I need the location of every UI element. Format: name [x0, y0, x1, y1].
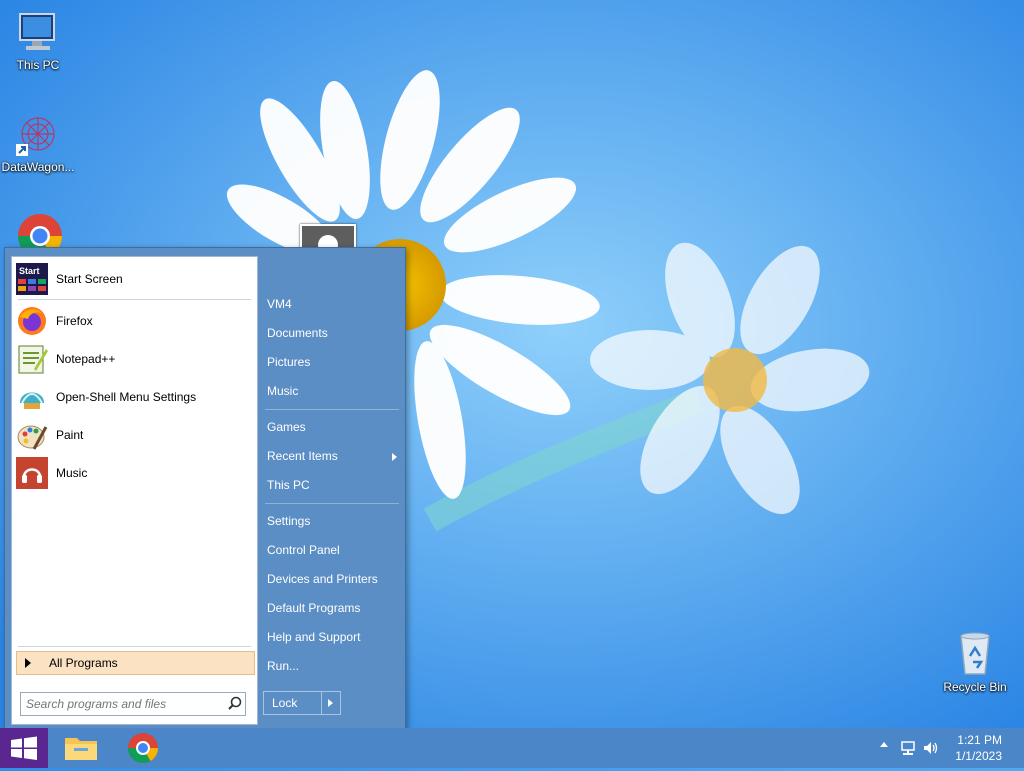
all-programs-button[interactable]: All Programs [16, 651, 255, 675]
menu-item-run[interactable]: Run... [267, 655, 401, 677]
program-label: Music [56, 466, 88, 480]
menu-item-label: Control Panel [267, 543, 340, 557]
desktop-icon-label: Recycle Bin [943, 680, 1007, 694]
desktop-icon-label: This PC [16, 58, 60, 72]
shutdown-options-arrow-icon[interactable] [321, 692, 340, 714]
notepadpp-icon [16, 343, 48, 375]
clock-time: 1:21 PM [957, 733, 1002, 747]
music-icon [16, 457, 48, 489]
program-start-screen[interactable]: Start Start Screen [16, 261, 253, 297]
menu-item-label: Run... [267, 659, 300, 673]
start-menu-programs-pane: Start Start Screen Firefox Notepad++ Ope… [11, 256, 258, 725]
menu-item-this-pc[interactable]: This PC [267, 474, 401, 496]
menu-item-settings[interactable]: Settings [267, 510, 401, 532]
system-tray: 1:21 PM 1/1/2023 [864, 728, 1024, 768]
clock-date: 1/1/2023 [955, 749, 1002, 763]
menu-item-music[interactable]: Music [267, 380, 401, 402]
menu-item-label: Help and Support [267, 630, 361, 644]
search-icon[interactable] [225, 694, 245, 714]
computer-icon [14, 8, 62, 56]
clock[interactable]: 1:21 PM 1/1/2023 [955, 732, 1002, 764]
menu-item-label: This PC [267, 478, 310, 492]
start-screen-icon: Start [16, 263, 48, 295]
program-paint[interactable]: Paint [16, 417, 253, 453]
start-menu: Start Start Screen Firefox Notepad++ Ope… [4, 247, 406, 730]
expand-arrow-icon [25, 658, 31, 668]
submenu-arrow-icon [392, 453, 397, 461]
program-firefox[interactable]: Firefox [16, 303, 253, 339]
programs-separator [18, 299, 251, 300]
menu-separator [265, 409, 399, 410]
all-programs-label: All Programs [49, 656, 118, 670]
start-menu-places-pane: VM4 Documents Pictures Music Games Recen… [259, 248, 405, 729]
menu-item-pictures[interactable]: Pictures [267, 351, 401, 373]
menu-item-label: Devices and Printers [267, 572, 378, 586]
lock-button[interactable]: Lock [264, 696, 321, 710]
firefox-icon [16, 305, 48, 337]
lock-button-group: Lock [263, 691, 341, 715]
program-label: Start Screen [56, 272, 123, 286]
menu-separator [265, 503, 399, 504]
shell-settings-icon [16, 381, 48, 413]
program-notepadpp[interactable]: Notepad++ [16, 341, 253, 377]
taskbar: 1:21 PM 1/1/2023 [0, 728, 1024, 768]
start-screen-icon-text: Start [19, 266, 40, 276]
show-hidden-icons-icon[interactable] [880, 742, 888, 747]
windows-logo-icon [0, 728, 48, 768]
search-box[interactable] [20, 692, 246, 716]
menu-item-vm4[interactable]: VM4 [267, 293, 401, 315]
menu-item-label: Recent Items [267, 449, 338, 463]
program-label: Open-Shell Menu Settings [56, 390, 197, 404]
chrome-icon [128, 733, 158, 764]
program-open-shell-settings[interactable]: Open-Shell Menu Settings [16, 379, 253, 415]
paint-icon [16, 419, 48, 451]
desktop-icon-recycle-bin[interactable]: Recycle Bin [937, 630, 1013, 694]
all-programs-separator [18, 646, 251, 647]
menu-item-recent-items[interactable]: Recent Items [267, 445, 401, 467]
volume-icon[interactable] [922, 740, 938, 759]
menu-item-label: VM4 [267, 297, 292, 311]
taskbar-file-explorer[interactable] [58, 730, 104, 766]
datawagon-icon [14, 110, 62, 158]
menu-item-default-programs[interactable]: Default Programs [267, 597, 401, 619]
menu-item-games[interactable]: Games [267, 416, 401, 438]
menu-item-control-panel[interactable]: Control Panel [267, 539, 401, 561]
program-music[interactable]: Music [16, 455, 253, 491]
program-label: Firefox [56, 314, 93, 328]
desktop-icon-datawagon[interactable]: DataWagon... [0, 110, 76, 174]
menu-item-devices-printers[interactable]: Devices and Printers [267, 568, 401, 590]
menu-item-label: Games [267, 420, 306, 434]
desktop-icon-label: DataWagon... [1, 160, 75, 174]
menu-item-label: Default Programs [267, 601, 361, 615]
menu-item-label: Documents [267, 326, 328, 340]
network-icon[interactable] [900, 740, 916, 759]
desktop-icon-this-pc[interactable]: This PC [0, 8, 76, 72]
menu-item-label: Music [267, 384, 299, 398]
file-explorer-icon [65, 738, 97, 760]
taskbar-chrome[interactable] [120, 730, 166, 766]
menu-item-label: Pictures [267, 355, 311, 369]
menu-item-help-support[interactable]: Help and Support [267, 626, 401, 648]
program-label: Notepad++ [56, 352, 116, 366]
program-label: Paint [56, 428, 84, 442]
menu-item-label: Settings [267, 514, 311, 528]
menu-item-documents[interactable]: Documents [267, 322, 401, 344]
search-input[interactable] [21, 696, 225, 712]
start-button[interactable] [0, 728, 48, 768]
recycle-bin-icon [951, 630, 999, 678]
